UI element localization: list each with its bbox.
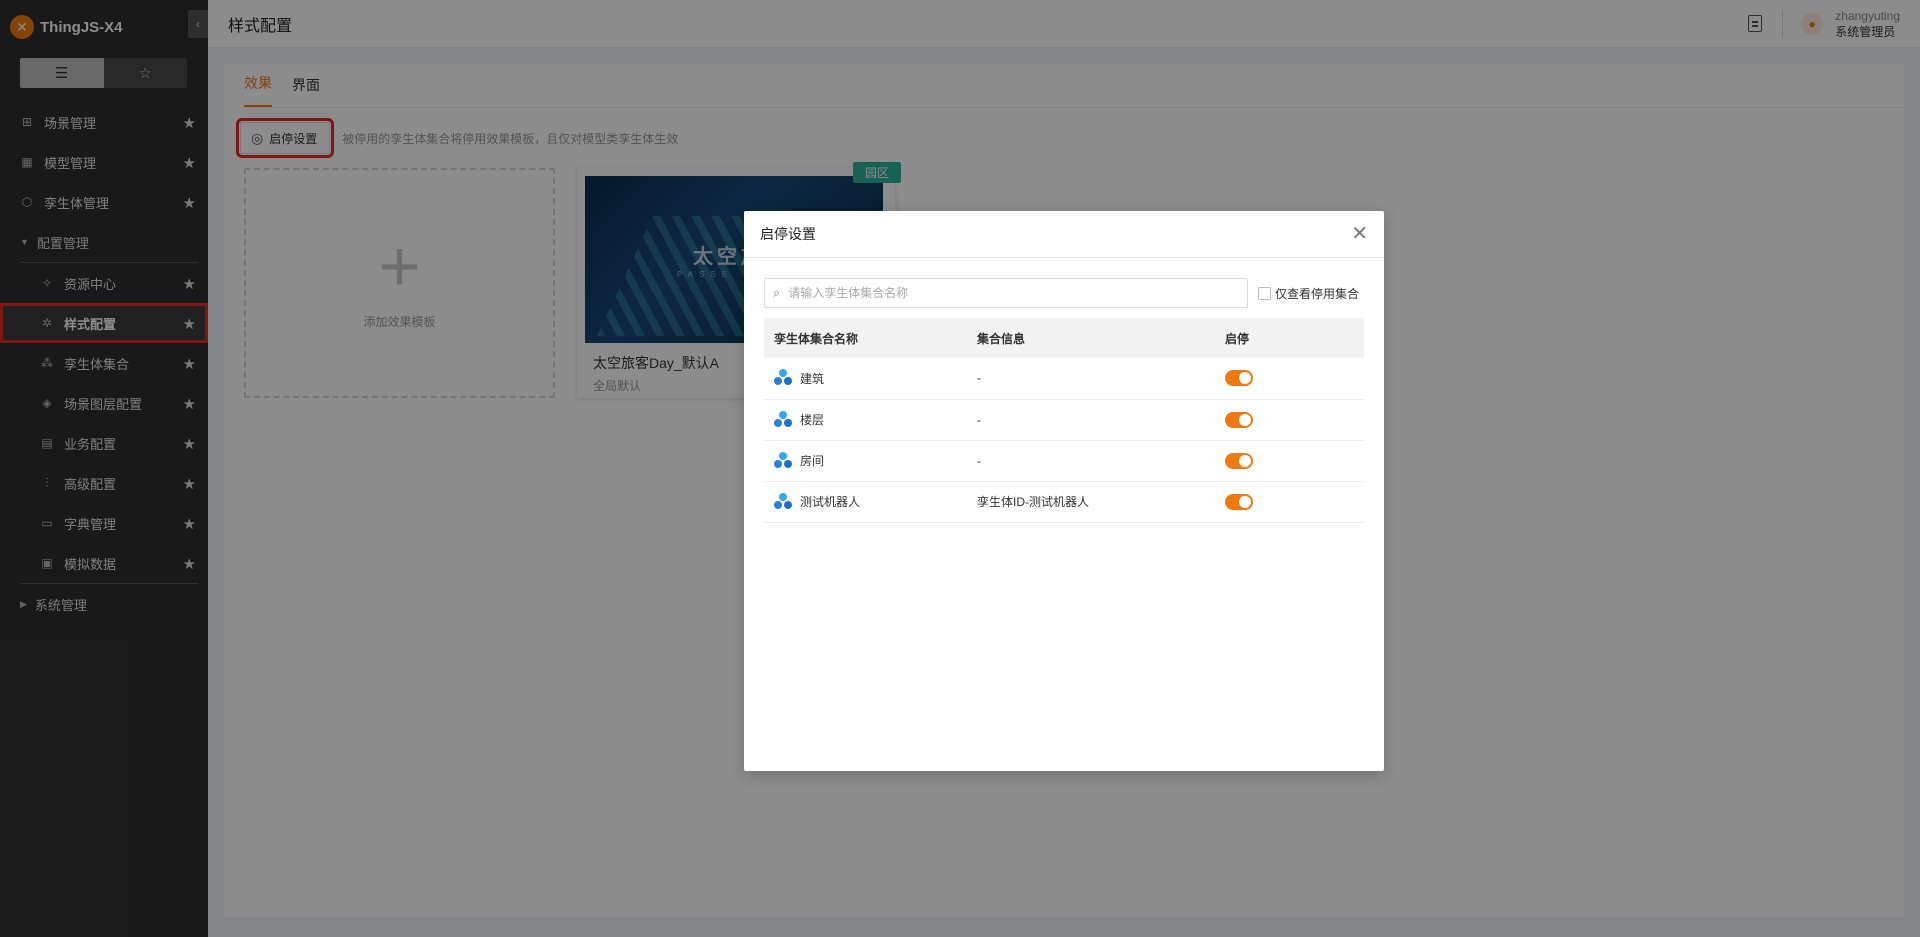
twin-set-icon [774, 369, 792, 387]
disabled-only-filter[interactable]: 仅查看停用集合 [1258, 285, 1359, 302]
twin-set-icon [774, 451, 792, 470]
set-name-cell: 建筑 [774, 369, 967, 387]
twin-set-icon [774, 492, 792, 511]
set-name-cell: 楼层 [774, 410, 967, 429]
enable-switch[interactable] [1225, 370, 1253, 387]
set-name: 房间 [800, 454, 825, 468]
modal-title: 启停设置 [760, 226, 816, 242]
enable-switch[interactable] [1225, 493, 1253, 510]
set-name-cell: 房间 [774, 451, 967, 470]
column-header: 孪生体集合名称 [764, 318, 967, 358]
column-header: 集合信息 [967, 318, 1215, 358]
checkbox[interactable] [1258, 286, 1271, 300]
search-icon: ⌕ [773, 285, 781, 300]
set-info: - [967, 440, 1215, 482]
set-name-cell: 测试机器人 [774, 492, 967, 511]
table-cell [1215, 399, 1364, 441]
set-info: - [967, 399, 1215, 441]
set-name: 楼层 [800, 413, 825, 427]
table-cell: 测试机器人 [764, 481, 967, 523]
modal-header: 启停设置 ✕ [744, 211, 1384, 258]
column-header: 启停 [1215, 318, 1364, 358]
search-row: ⌕ 仅查看停用集合 [764, 278, 1364, 308]
table-row: 建筑 - [764, 358, 1364, 400]
table-cell: 建筑 [764, 358, 967, 400]
set-name: 测试机器人 [800, 495, 861, 509]
twin-set-icon [774, 410, 792, 429]
modal-body: ⌕ 仅查看停用集合 孪生体集合名称 集合信息 启停 [744, 258, 1384, 523]
table-cell: 楼层 [764, 399, 967, 441]
toggle-settings-modal: 启停设置 ✕ ⌕ 仅查看停用集合 孪生体集合名称 集合信息 启停 [744, 211, 1384, 771]
table-row: 楼层 - [764, 399, 1364, 441]
twin-set-table: 孪生体集合名称 集合信息 启停 建筑 - 楼层 - 房间 - 测试机器人 孪生体… [764, 318, 1364, 523]
table-cell [1215, 358, 1364, 400]
enable-switch[interactable] [1225, 452, 1253, 469]
checkbox-label: 仅查看停用集合 [1275, 286, 1360, 301]
set-name: 建筑 [800, 371, 825, 386]
table-cell [1215, 440, 1364, 482]
close-icon[interactable]: ✕ [1351, 224, 1368, 244]
search-input[interactable] [788, 286, 1247, 300]
enable-switch[interactable] [1225, 411, 1253, 428]
search-box: ⌕ [764, 278, 1248, 308]
set-info: - [967, 358, 1215, 400]
table-cell: 房间 [764, 440, 967, 482]
table-header-row: 孪生体集合名称 集合信息 启停 [764, 318, 1364, 358]
table-row: 房间 - [764, 440, 1364, 482]
table-cell [1215, 481, 1364, 523]
table-row: 测试机器人 孪生体ID-测试机器人 [764, 481, 1364, 523]
set-info: 孪生体ID-测试机器人 [967, 481, 1215, 523]
